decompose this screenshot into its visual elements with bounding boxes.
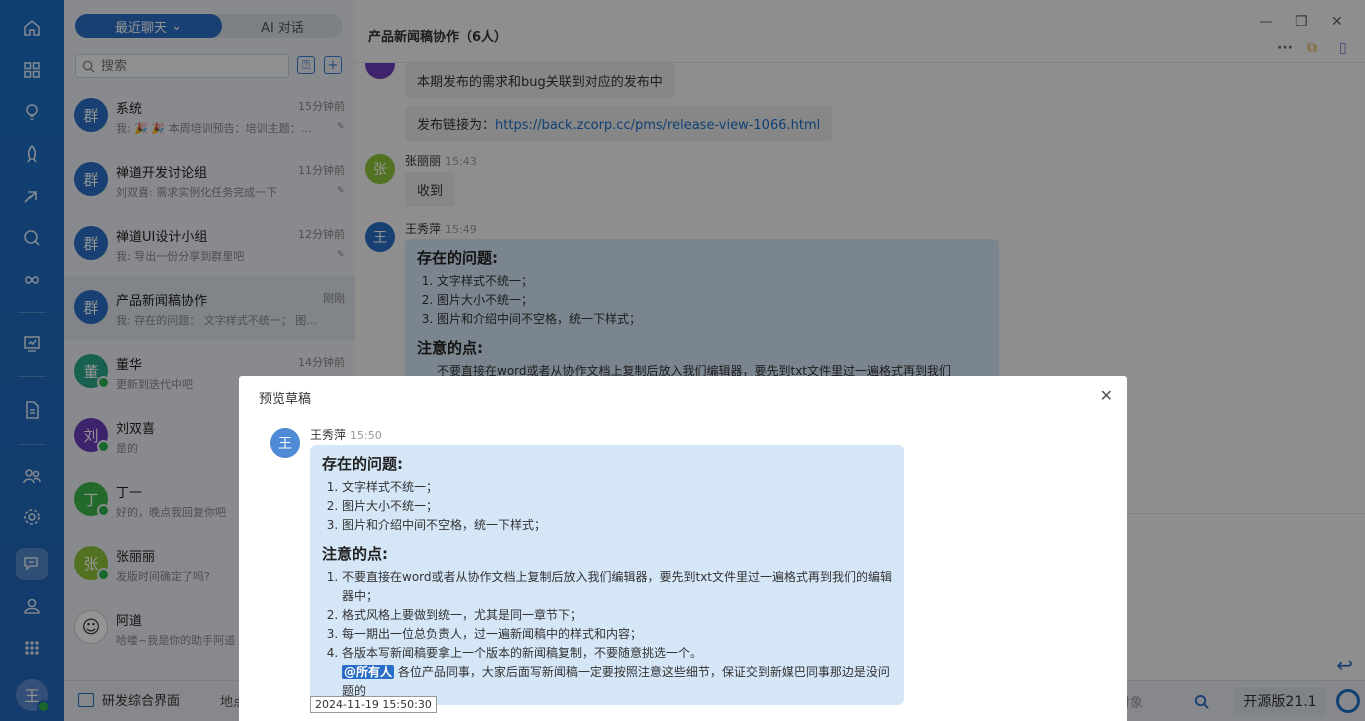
- list-item-text: 各版本写新闻稿要拿上一个版本的新闻稿复制，不要随意挑选一个。: [342, 646, 703, 660]
- dialog-title: 预览草稿: [259, 392, 312, 407]
- rich-list: 文字样式不统一； 图片大小不统一； 图片和介绍中间不空格，统一下样式；: [322, 478, 892, 535]
- list-item: 不要直接在word或者从协作文档上复制后放入我们编辑器，要先到txt文件里过一遍…: [342, 568, 892, 606]
- list-item: 每一期出一位总负责人，过一遍新闻稿中的样式和内容；: [342, 625, 892, 644]
- mention-all[interactable]: @所有人: [342, 665, 395, 679]
- list-item: 图片大小不统一；: [342, 497, 892, 516]
- list-item: 各版本写新闻稿要拿上一个版本的新闻稿复制，不要随意挑选一个。 @所有人 各位产品同…: [342, 644, 892, 701]
- rich-list: 不要直接在word或者从协作文档上复制后放入我们编辑器，要先到txt文件里过一遍…: [322, 568, 892, 701]
- draft-preview-dialog: 预览草稿 ✕ 王 王秀萍15:50 存在的问题: 文字样式不统一； 图片大小不统…: [239, 376, 1127, 721]
- mention-text: 各位产品同事，大家后面写新闻稿一定要按照注意这些细节，保证交到新媒巴同事那边是没…: [342, 665, 890, 698]
- list-item: 图片和介绍中间不空格，统一下样式；: [342, 516, 892, 535]
- rich-heading: 注意的点:: [322, 545, 388, 563]
- sender-name-text: 王秀萍: [310, 428, 347, 442]
- message-time: 15:50: [350, 429, 382, 442]
- draft-content: 存在的问题: 文字样式不统一； 图片大小不统一； 图片和介绍中间不空格，统一下样…: [310, 445, 904, 705]
- list-item: 文字样式不统一；: [342, 478, 892, 497]
- timestamp-tooltip: 2024-11-19 15:50:30: [310, 696, 437, 713]
- sender-name: 王秀萍 15:50: [310, 426, 382, 443]
- sender-avatar: 王: [270, 428, 300, 458]
- rich-heading: 存在的问题:: [322, 455, 403, 473]
- list-item: 格式风格上要做到统一，尤其是同一章节下；: [342, 606, 892, 625]
- close-icon[interactable]: ✕: [1100, 386, 1113, 405]
